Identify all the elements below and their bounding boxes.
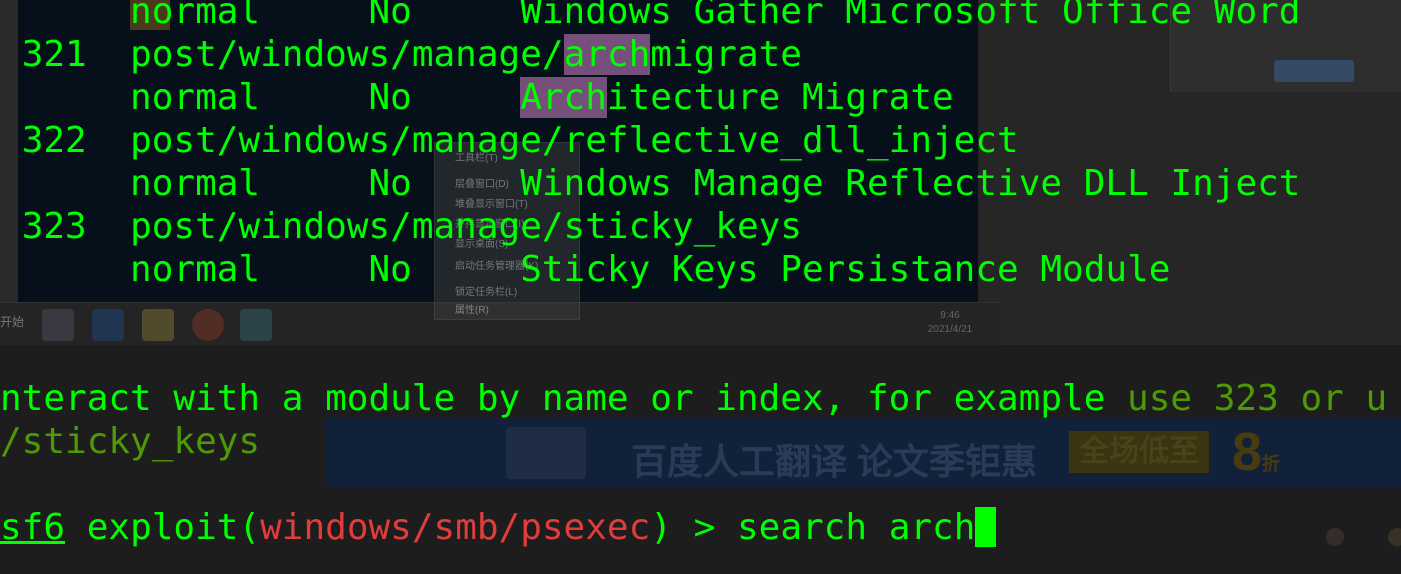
ad-number: 8折 [1232, 422, 1281, 482]
background-ad-banner: 百度人工翻译 论文季钜惠 全场低至 8折 [326, 417, 1401, 487]
weibo-icon [1326, 528, 1344, 546]
network-icon [42, 309, 74, 341]
module-row: 321 post/windows/manage/archmigrate [0, 33, 802, 76]
module-index: 322 [21, 120, 87, 161]
search-match-highlight: arch [563, 34, 651, 75]
hint-line: nteract with a module by name or index, … [0, 378, 1388, 419]
module-row-desc: normal No Architecture Migrate [130, 77, 954, 118]
share-icon [1388, 528, 1401, 546]
folder-icon [142, 309, 174, 341]
module-path: post/windows/manage/reflective_dll_injec… [130, 120, 1019, 161]
paper-stack-icon [506, 427, 586, 479]
hint-continuation: /sticky_keys [0, 421, 261, 462]
search-match-highlight: Arch [520, 77, 607, 118]
hint-example: use 323 or u [1127, 378, 1388, 419]
ad-tag: 全场低至 [1069, 431, 1209, 473]
clock-date: 2021/4/21 [927, 324, 973, 335]
module-path: post/windows/manage/sticky_keys [130, 206, 802, 247]
app-icon [240, 309, 272, 341]
context-menu-item: 属性(R) [455, 305, 489, 316]
module-index: 321 [21, 34, 87, 75]
start-button: 开始 [0, 315, 25, 329]
clock-time: 9:46 [940, 310, 960, 321]
chrome-icon [192, 309, 224, 341]
prompt-word: exploit [86, 507, 239, 548]
module-row: 323 post/windows/manage/sticky_keys [0, 205, 802, 248]
command-input[interactable]: search arch [737, 507, 975, 548]
powershell-icon [92, 309, 124, 341]
command-prompt[interactable]: sf6 exploit(windows/smb/psexec) > search… [0, 506, 997, 549]
taskbar-clock: 9:46 2021/4/21 [915, 309, 985, 337]
module-row-desc: normal No Sticky Keys Persistance Module [130, 249, 1171, 290]
module-index: 323 [21, 206, 87, 247]
ad-text: 百度人工翻译 论文季钜惠 [631, 441, 1038, 482]
text-cursor [975, 507, 997, 547]
module-path: post/windows/manage/archmigrate [130, 34, 802, 75]
prompt-name: sf6 [0, 507, 66, 548]
module-row: 322 post/windows/manage/reflective_dll_i… [0, 119, 1019, 162]
prompt-module: windows/smb/psexec [260, 507, 651, 548]
background-popup-button [1274, 60, 1354, 82]
module-row-desc: normal No Windows Gather Microsoft Offic… [130, 0, 1301, 32]
module-row-desc: normal No Windows Manage Reflective DLL … [130, 163, 1301, 204]
